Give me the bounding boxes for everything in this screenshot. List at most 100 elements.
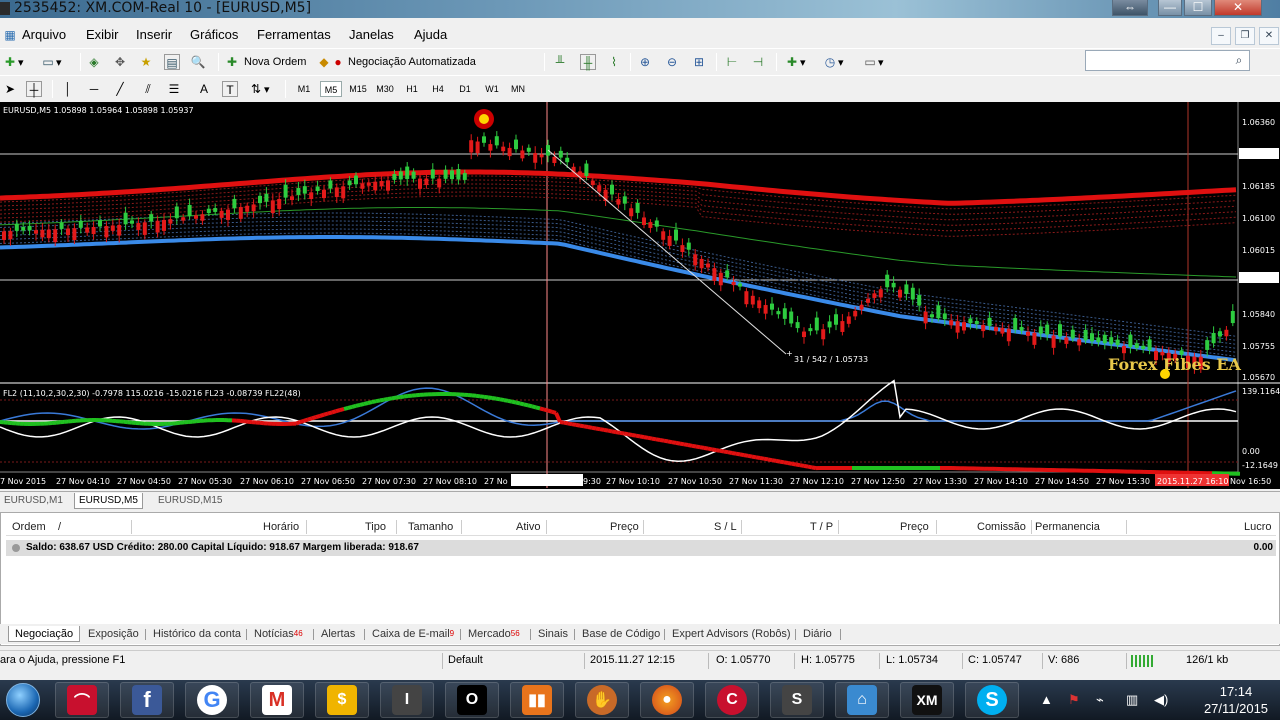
menu-inserir[interactable]: Inserir [136,27,172,42]
horizontal-line-button[interactable]: ─ [86,80,102,98]
profiles-button[interactable]: ▭ ▾ [40,53,61,71]
price-chart[interactable]: + 31 / 542 / 1.05733 Forex Fibes EA EURU… [0,102,1280,489]
col-permanencia[interactable]: Permanencia [1035,521,1100,533]
timeframe-h1[interactable]: H1 [401,81,423,97]
tab-eurusd-m5[interactable]: EURUSD,M5 [74,493,143,509]
periods-button[interactable]: ◷ ▾ [822,53,844,71]
tab-historico[interactable]: Histórico da conta [153,626,241,642]
timeframe-w1[interactable]: W1 [481,81,503,97]
taskbar-network[interactable]: ⌂ [835,682,889,718]
close-button[interactable]: ✕ [1214,0,1262,16]
taskbar-app-i[interactable]: I [380,682,434,718]
col-lucro[interactable]: Lucro [1244,521,1272,533]
taskbar-skype[interactable]: S [965,682,1019,718]
equidistant-channel-button[interactable]: ⫽ [140,80,156,98]
taskbar-mt4[interactable]: ⌒ [55,682,109,718]
balance-row[interactable]: Saldo: 638.67 USD Crédito: 280.00 Capita… [6,540,1276,556]
candlestick-button[interactable]: ╫ [580,53,596,71]
tab-sinais[interactable]: Sinais [538,626,568,642]
zoom-out-button[interactable]: ⊖ [664,53,680,71]
timeframe-m15[interactable]: M15 [347,81,369,97]
menu-arquivo[interactable]: Arquivo [22,27,66,42]
col-preco[interactable]: Preço [610,521,639,533]
new-order-button[interactable]: ✚ Nova Ordem [224,53,306,71]
tab-email[interactable]: Caixa de E-mail9 [372,626,454,642]
col-tipo[interactable]: Tipo [365,521,386,533]
start-button[interactable] [2,680,44,720]
fibonacci-button[interactable]: ☰ [166,80,182,98]
tray-power-icon[interactable]: ⌁ [1096,692,1104,708]
tab-noticias[interactable]: Notícias46 [254,626,303,642]
col-horario[interactable]: Horário [263,521,299,533]
data-window-button[interactable]: ✥ [112,53,128,71]
timeframe-m5[interactable]: M5 [320,81,342,97]
tray-flag-icon[interactable]: ⚑ [1068,692,1080,708]
menu-ferramentas[interactable]: Ferramentas [257,27,331,42]
restore-button[interactable]: ⇔ [1112,0,1148,16]
maximize-button[interactable]: ☐ [1184,0,1212,16]
tester-button[interactable]: 🔍 [190,53,206,71]
col-tamanho[interactable]: Tamanho [408,521,453,533]
taskbar-google[interactable]: G [185,682,239,718]
templates-button[interactable]: ▭ ▾ [862,53,883,71]
col-ativo[interactable]: Ativo [516,521,540,533]
auto-scroll-button[interactable]: ⊣ [750,53,766,71]
tab-alertas[interactable]: Alertas [321,626,355,642]
col-ordem[interactable]: Ordem [12,521,46,533]
timeframe-h4[interactable]: H4 [427,81,449,97]
indicators-button[interactable]: ✚ ▾ [784,53,806,71]
taskbar-money[interactable]: $ [315,682,369,718]
arrows-button[interactable]: ⇅ ▾ [248,80,270,98]
new-chart-button[interactable]: ✚ ▾ [2,53,24,71]
tab-mercado[interactable]: Mercado56 [468,626,520,642]
chart-canvas[interactable]: + 31 / 542 / 1.05733 Forex Fibes EA EURU… [0,102,1280,489]
auto-trading-button[interactable]: ◆ ● Negociação Automatizada [316,53,475,71]
tab-eurusd-m1[interactable]: EURUSD,M1 [0,493,67,509]
crosshair-button[interactable]: ┼ [26,80,42,98]
tile-windows-button[interactable]: ⊞ [691,53,707,71]
taskbar-chart-app[interactable]: ▮▮ [510,682,564,718]
line-chart-button[interactable]: ⌇ [606,53,622,71]
taskbar-ccleaner[interactable]: C [705,682,759,718]
cursor-button[interactable]: ➤ [2,80,18,98]
mdi-close-button[interactable]: ✕ [1259,27,1279,45]
taskbar-gmail[interactable]: M [250,682,304,718]
col-preco-atual[interactable]: Preço [900,521,929,533]
taskbar-clock[interactable]: 17:14 27/11/2015 [1196,683,1276,717]
menu-janelas[interactable]: Janelas [349,27,394,42]
zoom-in-button[interactable]: ⊕ [637,53,653,71]
timeframe-m1[interactable]: M1 [293,81,315,97]
tray-volume-icon[interactable]: ◀) [1154,692,1168,708]
navigator-button[interactable]: ★ [138,53,154,71]
tab-eurusd-m15[interactable]: EURUSD,M15 [154,493,226,509]
tab-negociacao[interactable]: Negociação [8,626,81,642]
col-sl[interactable]: S / L [714,521,737,533]
text-button[interactable]: A [196,80,212,98]
tab-expert-advisors[interactable]: Expert Advisors (Robôs) [672,626,791,642]
trendline-button[interactable]: ╱ [112,80,128,98]
minimize-button[interactable]: — [1158,0,1182,16]
chart-shift-button[interactable]: ⊢ [724,53,740,71]
tab-diario[interactable]: Diário [803,626,832,642]
market-watch-button[interactable]: ◈ [86,53,102,71]
menu-exibir[interactable]: Exibir [86,27,119,42]
menu-ajuda[interactable]: Ajuda [414,27,447,42]
search-input[interactable]: ⌕ [1085,50,1250,71]
mdi-restore-button[interactable]: ❐ [1235,27,1255,45]
taskbar-firefox[interactable]: ● [640,682,694,718]
taskbar-glove[interactable]: ✋ [575,682,629,718]
menu-graficos[interactable]: Gráficos [190,27,238,42]
chart-window-icon[interactable]: ▦ [2,27,18,43]
mdi-minimize-button[interactable]: – [1211,27,1231,45]
timeframe-mn[interactable]: MN [507,81,529,97]
timeframe-m30[interactable]: M30 [374,81,396,97]
col-tp[interactable]: T / P [810,521,833,533]
col-comissao[interactable]: Comissão [977,521,1026,533]
bar-chart-button[interactable]: ╨ [552,53,568,71]
terminal-button[interactable]: ▤ [164,53,180,71]
tab-base-codigo[interactable]: Base de Código [582,626,660,642]
timeframe-d1[interactable]: D1 [454,81,476,97]
tray-expand-icon[interactable]: ▲ [1040,692,1053,707]
taskbar-xm[interactable]: XM [900,682,954,718]
taskbar-facebook[interactable]: f [120,682,174,718]
